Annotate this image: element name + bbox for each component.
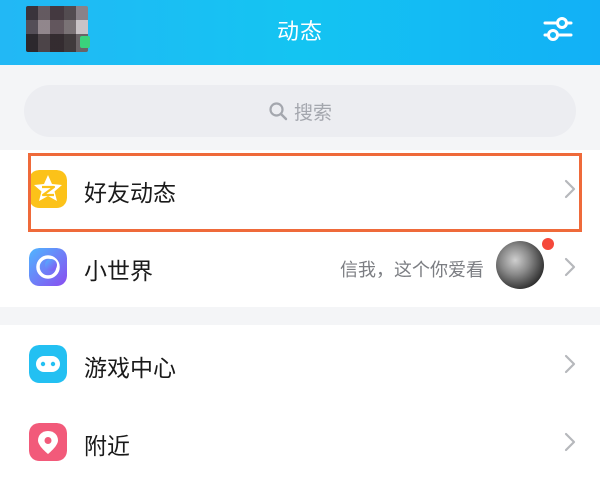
chevron-right-icon — [564, 354, 576, 374]
search-bar[interactable]: 搜索 — [24, 85, 576, 137]
menu-item-label: 小世界 — [84, 259, 153, 285]
chevron-right-icon — [564, 257, 576, 277]
small-world-thumbnail — [496, 241, 544, 289]
search-icon — [269, 102, 288, 121]
small-world-subtitle: 信我，这个你爱看 — [340, 260, 484, 281]
page-title: 动态 — [276, 20, 323, 45]
menu-item-game-center[interactable]: 游戏中心 — [0, 325, 600, 403]
top-bar: 动态 — [0, 0, 600, 65]
gamepad-icon — [29, 345, 67, 383]
menu-item-nearby[interactable]: 附近 — [0, 403, 600, 481]
menu-item-label: 游戏中心 — [84, 356, 176, 382]
search-placeholder: 搜索 — [293, 101, 332, 124]
content-area: 搜索 好友动态 小世界 信我，这个你爱看 游戏中心 附近 — [0, 65, 600, 461]
highlight-box — [28, 153, 582, 232]
menu-group-2: 游戏中心 附近 — [0, 325, 600, 461]
filter-sliders-icon[interactable] — [541, 14, 575, 44]
menu-item-small-world[interactable]: 小世界 信我，这个你爱看 — [0, 228, 600, 306]
small-world-icon — [29, 248, 67, 286]
notification-dot — [542, 238, 554, 250]
menu-item-label: 附近 — [84, 434, 130, 460]
location-pin-icon — [29, 423, 67, 461]
